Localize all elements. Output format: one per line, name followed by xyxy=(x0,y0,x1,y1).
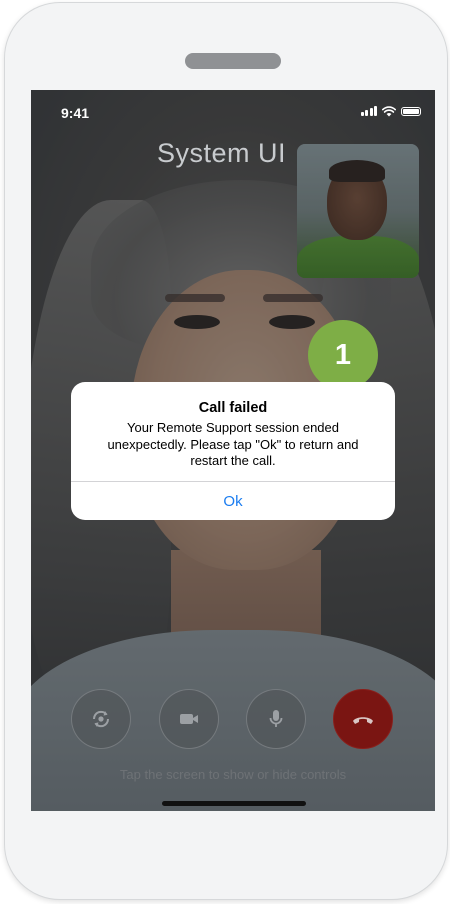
home-indicator[interactable] xyxy=(162,801,306,806)
signal-icon xyxy=(360,106,377,116)
call-controls xyxy=(71,689,395,751)
status-icons xyxy=(360,104,421,118)
video-call-screen[interactable]: 9:41 System UI 1 Call failed Your Remote… xyxy=(31,90,435,811)
controls-hint: Tap the screen to show or hide controls xyxy=(119,767,347,782)
video-toggle-button[interactable] xyxy=(159,689,219,749)
end-call-icon xyxy=(353,717,373,724)
phone-frame: 9:41 System UI 1 Call failed Your Remote… xyxy=(4,2,448,900)
mute-button[interactable] xyxy=(246,689,306,749)
end-call-button[interactable] xyxy=(333,689,393,749)
system-ui-label: System UI xyxy=(157,138,287,168)
call-failed-dialog: Call failed Your Remote Support session … xyxy=(71,382,395,520)
dialog-message: Your Remote Support session ended unexpe… xyxy=(107,420,359,468)
switch-camera-icon xyxy=(92,710,110,728)
battery-icon xyxy=(401,106,421,116)
ok-button[interactable]: Ok xyxy=(71,482,395,520)
switch-camera-button[interactable] xyxy=(71,689,131,749)
self-view-video[interactable] xyxy=(297,144,419,278)
dialog-title: Call failed xyxy=(198,400,268,416)
wifi-icon xyxy=(382,105,396,116)
step-number-badge: 1 xyxy=(308,320,378,390)
phone-speaker xyxy=(185,53,281,69)
microphone-icon xyxy=(269,710,283,727)
video-camera-icon xyxy=(180,714,198,724)
status-time: 9:41 xyxy=(61,105,90,121)
